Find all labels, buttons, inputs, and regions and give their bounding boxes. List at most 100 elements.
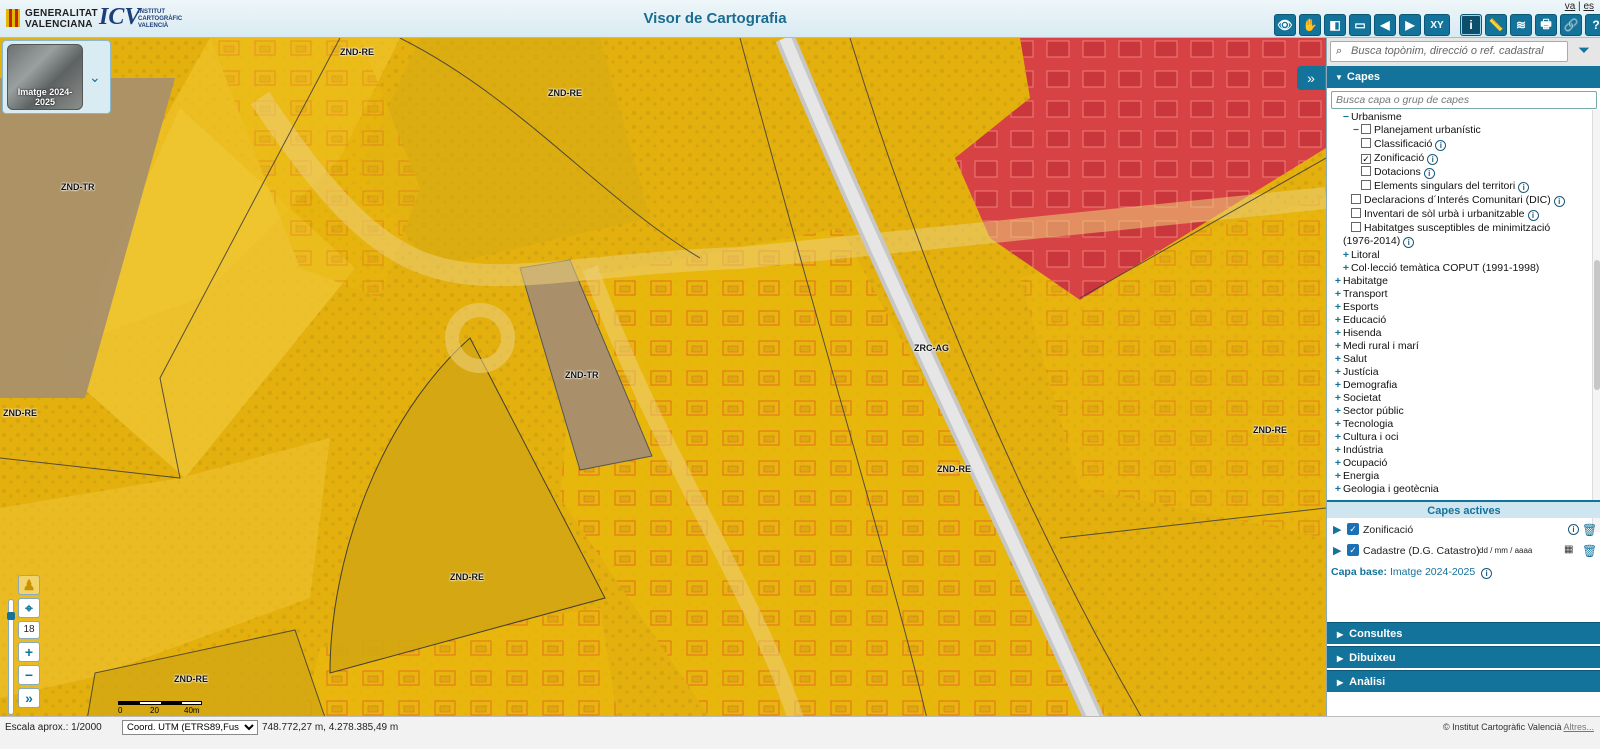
layer-tree-item[interactable]: + Demografia: [1333, 379, 1397, 391]
lang-va-link[interactable]: va: [1565, 1, 1576, 12]
layers-icon[interactable]: ≋: [1510, 14, 1532, 36]
layer-tree-item[interactable]: Classificació i: [1361, 138, 1447, 151]
layer-tree-item[interactable]: Habitatges susceptibles de minimització: [1351, 222, 1550, 234]
layer-tree-item[interactable]: − Planejament urbanístic: [1351, 124, 1481, 136]
layer-tree-item[interactable]: + Ocupació: [1333, 457, 1387, 469]
layer-tree-item[interactable]: + Salut: [1333, 353, 1367, 365]
layer-tree-item[interactable]: + Societat: [1333, 392, 1381, 404]
expand-icon[interactable]: +: [1341, 262, 1351, 274]
layer-tree-item[interactable]: + Cultura i oci: [1333, 431, 1399, 443]
scrollbar-thumb[interactable]: [1594, 260, 1600, 390]
locate-icon[interactable]: ⌖: [18, 598, 40, 618]
layer-tree-item[interactable]: + Transport: [1333, 288, 1388, 300]
info-icon[interactable]: i: [1423, 168, 1435, 179]
collapse-panel-icon[interactable]: »: [1297, 66, 1325, 90]
base-layer-selector[interactable]: Imatge 2024-2025 ⌄: [2, 40, 111, 114]
previous-extent-icon[interactable]: ◀: [1374, 14, 1396, 36]
expand-icon[interactable]: +: [1333, 483, 1343, 495]
filter-icon[interactable]: ⏷: [1573, 42, 1595, 62]
swipe-icon[interactable]: ◧: [1324, 14, 1346, 36]
layer-tree-item[interactable]: Declaracions d´Interés Comunitari (DIC) i: [1351, 194, 1565, 207]
chevron-down-icon[interactable]: ⌄: [89, 69, 101, 86]
layer-tree-item[interactable]: + Educació: [1333, 314, 1386, 326]
expand-icon[interactable]: +: [1333, 470, 1343, 482]
base-layer-value[interactable]: Imatge 2024-2025: [1390, 566, 1475, 578]
info-icon[interactable]: i: [1553, 196, 1565, 207]
zoom-slider-thumb[interactable]: [7, 612, 15, 620]
layer-tree-item[interactable]: + Litoral: [1341, 249, 1380, 261]
expand-icon[interactable]: +: [1333, 353, 1343, 365]
collapse-icon[interactable]: −: [1341, 111, 1351, 123]
expand-icon[interactable]: +: [1333, 327, 1343, 339]
layer-tree-item[interactable]: + Tecnologia: [1333, 418, 1393, 430]
info-icon[interactable]: i: [1403, 237, 1415, 248]
layer-search-input[interactable]: Busca capa o grup de capes: [1331, 91, 1597, 109]
info-icon[interactable]: i: [1481, 568, 1493, 579]
play-icon[interactable]: ▶: [1333, 523, 1341, 536]
layers-section-header[interactable]: ▼ Capes: [1327, 66, 1600, 88]
zoom-in-button[interactable]: +: [18, 642, 40, 662]
others-link[interactable]: Altres...: [1563, 722, 1594, 732]
info-icon[interactable]: i: [1568, 524, 1579, 535]
expand-icon[interactable]: +: [1333, 418, 1343, 430]
date-input[interactable]: dd / mm / aaaa: [1479, 544, 1573, 558]
section-analisi[interactable]: ▶ Anàlisi: [1327, 670, 1600, 692]
info-icon[interactable]: i: [1460, 14, 1482, 36]
coord-system-select[interactable]: Coord. UTM (ETRS89,Fus 30): [122, 720, 258, 735]
layer-checkbox[interactable]: [1361, 138, 1371, 148]
layer-tree-item[interactable]: Elements singulars del territori i: [1361, 180, 1530, 193]
layer-checkbox[interactable]: [1361, 166, 1371, 176]
play-icon[interactable]: ▶: [1333, 544, 1341, 557]
zoom-out-button[interactable]: −: [18, 665, 40, 685]
zoom-slider[interactable]: [7, 599, 15, 715]
layer-tree-item[interactable]: + Energia: [1333, 470, 1379, 482]
active-layer-checkbox[interactable]: ✓: [1347, 523, 1359, 535]
info-icon[interactable]: i: [1527, 210, 1539, 221]
layer-tree-item[interactable]: + Col·lecció temàtica COPUT (1991-1998): [1341, 262, 1539, 274]
help-icon[interactable]: ?: [1585, 14, 1600, 36]
layer-checkbox[interactable]: [1351, 208, 1361, 218]
expand-icon[interactable]: +: [1333, 340, 1343, 352]
layer-checkbox[interactable]: ✓: [1361, 154, 1371, 164]
map-canvas[interactable]: ZND-RE ZND-RE ZND-TR ZND-TR ZND-RE ZRC-A…: [0, 38, 1326, 732]
collapse-icon[interactable]: −: [1351, 124, 1361, 136]
info-icon[interactable]: i: [1435, 140, 1447, 151]
expand-icon[interactable]: +: [1333, 444, 1343, 456]
layer-tree-item[interactable]: + Hisenda: [1333, 327, 1382, 339]
calendar-icon[interactable]: ▦: [1564, 544, 1573, 555]
base-layer-thumbnail[interactable]: Imatge 2024-2025: [7, 44, 83, 110]
expand-icon[interactable]: +: [1333, 366, 1343, 378]
expand-chevron-icon[interactable]: »: [18, 688, 40, 708]
next-extent-icon[interactable]: ▶: [1399, 14, 1421, 36]
expand-icon[interactable]: +: [1341, 249, 1351, 261]
expand-icon[interactable]: +: [1333, 379, 1343, 391]
zoom-box-icon[interactable]: ▭: [1349, 14, 1371, 36]
layer-tree-item[interactable]: + Medi rural i marí: [1333, 340, 1419, 352]
layer-tree-item[interactable]: + Justícia: [1333, 366, 1379, 378]
layer-tree-scrollbar[interactable]: [1592, 110, 1600, 532]
link-icon[interactable]: 🔗: [1560, 14, 1582, 36]
section-dibuixeu[interactable]: ▶ Dibuixeu: [1327, 646, 1600, 668]
layer-tree-item[interactable]: (1976-2014) i: [1343, 235, 1415, 248]
expand-icon[interactable]: +: [1333, 457, 1343, 469]
layer-tree-item[interactable]: + Indústria: [1333, 444, 1383, 456]
layer-tree-item[interactable]: Inventari de sòl urbà i urbanitzable i: [1351, 208, 1539, 221]
trash-icon[interactable]: 🗑: [1582, 544, 1597, 558]
section-consultes[interactable]: ▶ Consultes: [1327, 622, 1600, 644]
layer-tree-item[interactable]: + Geologia i geotècnia: [1333, 483, 1439, 495]
lang-es-link[interactable]: es: [1583, 1, 1594, 12]
xy-icon[interactable]: XY: [1424, 14, 1450, 36]
pan-hand-icon[interactable]: ✋: [1299, 14, 1321, 36]
expand-icon[interactable]: +: [1333, 392, 1343, 404]
layer-checkbox[interactable]: [1351, 222, 1361, 232]
measure-icon[interactable]: 📏: [1485, 14, 1507, 36]
print-icon[interactable]: 🖶: [1535, 14, 1557, 36]
layer-checkbox[interactable]: [1361, 124, 1371, 134]
expand-icon[interactable]: +: [1333, 431, 1343, 443]
eye-icon[interactable]: 👁: [1274, 14, 1296, 36]
info-icon[interactable]: i: [1518, 182, 1530, 193]
expand-icon[interactable]: +: [1333, 314, 1343, 326]
place-search-input[interactable]: ⌕ Busca topònim, direcció o ref. cadastr…: [1330, 41, 1568, 62]
trash-icon[interactable]: 🗑: [1582, 523, 1597, 537]
expand-icon[interactable]: +: [1333, 288, 1343, 300]
